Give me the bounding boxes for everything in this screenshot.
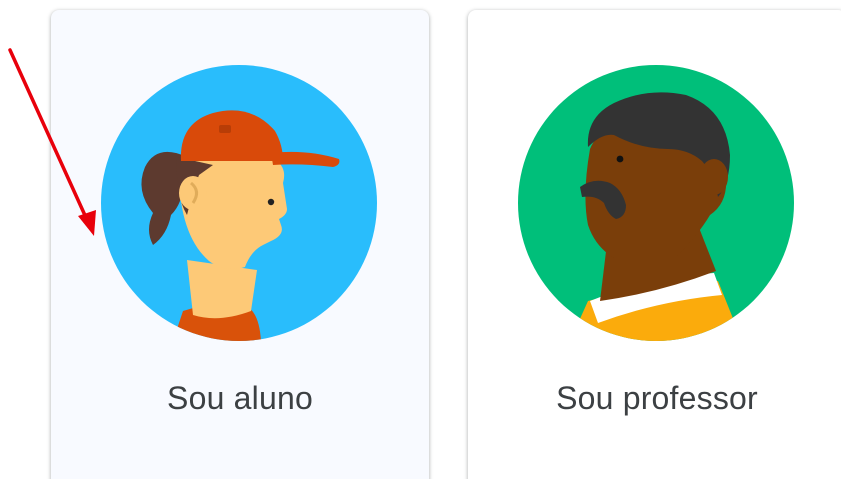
teacher-role-label: Sou professor bbox=[556, 380, 758, 416]
student-avatar-icon bbox=[101, 65, 377, 341]
student-role-card[interactable]: Sou aluno bbox=[51, 10, 429, 479]
role-selection-screen: Sou aluno Sou professor bbox=[0, 0, 841, 479]
student-role-label: Sou aluno bbox=[167, 380, 313, 416]
teacher-role-card[interactable]: Sou professor bbox=[468, 10, 841, 479]
teacher-avatar-icon bbox=[518, 65, 794, 341]
